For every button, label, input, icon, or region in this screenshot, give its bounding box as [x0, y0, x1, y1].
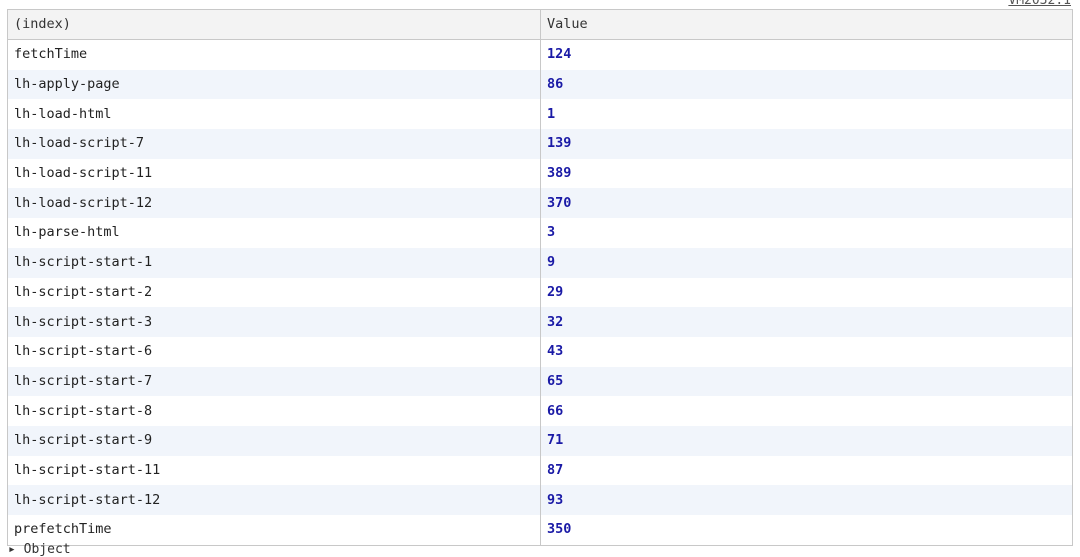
value-cell: 124: [540, 39, 1073, 70]
index-cell: lh-script-start-12: [7, 485, 541, 515]
table-row: lh-load-html 1: [7, 99, 1073, 130]
table-row: lh-load-script-7 139: [7, 129, 1073, 159]
table-row: lh-script-start-11 87: [7, 455, 1073, 486]
value-cell: 1: [540, 99, 1073, 130]
table-header-row: (index) Value: [7, 9, 1073, 40]
table-row: lh-script-start-3 32: [7, 307, 1073, 337]
table-row: lh-script-start-1 9: [7, 247, 1073, 278]
table-row: lh-parse-html 3: [7, 218, 1073, 248]
table-row: lh-script-start-7 65: [7, 366, 1073, 397]
value-cell: 32: [540, 307, 1073, 337]
value-cell: 3: [540, 218, 1073, 248]
index-cell: lh-parse-html: [7, 218, 541, 248]
value-cell: 86: [540, 69, 1073, 100]
value-cell: 370: [540, 188, 1073, 219]
console-table: (index) Value fetchTime 124 lh-apply-page 8…: [7, 9, 1073, 546]
index-cell: lh-script-start-1: [7, 247, 541, 278]
value-cell: 65: [540, 366, 1073, 397]
value-cell: 29: [540, 277, 1073, 308]
index-cell: lh-script-start-8: [7, 396, 541, 426]
index-cell: lh-load-script-12: [7, 188, 541, 219]
value-cell: 139: [540, 129, 1073, 159]
table-row: lh-apply-page 86: [7, 69, 1073, 100]
table-row: lh-load-script-12 370: [7, 188, 1073, 219]
value-cell: 66: [540, 396, 1073, 426]
value-cell: 389: [540, 158, 1073, 189]
source-link[interactable]: VM2032:1: [1008, 0, 1071, 8]
table-row: fetchTime 124: [7, 39, 1073, 70]
index-cell: lh-load-script-7: [7, 129, 541, 159]
index-cell: lh-load-script-11: [7, 158, 541, 189]
index-cell: lh-script-start-7: [7, 366, 541, 397]
index-cell: lh-script-start-3: [7, 307, 541, 337]
index-cell: lh-script-start-11: [7, 455, 541, 486]
table-row: lh-script-start-9 71: [7, 425, 1073, 456]
table-row: lh-script-start-6 43: [7, 336, 1073, 367]
value-cell: 350: [540, 515, 1073, 546]
table-row: prefetchTime 350: [7, 515, 1073, 546]
table-row: lh-script-start-12 93: [7, 485, 1073, 515]
table-body: fetchTime 124 lh-apply-page 86 lh-load-html 1…: [7, 39, 1073, 546]
index-cell: prefetchTime: [7, 515, 541, 546]
table-row: lh-script-start-2 29: [7, 277, 1073, 308]
value-cell: 93: [540, 485, 1073, 515]
value-cell: 43: [540, 336, 1073, 367]
index-cell: lh-load-html: [7, 99, 541, 130]
object-expander[interactable]: ▸ Object: [8, 542, 71, 557]
index-cell: fetchTime: [7, 39, 541, 70]
table-row: lh-load-script-11 389: [7, 158, 1073, 189]
table-row: lh-script-start-8 66: [7, 396, 1073, 426]
index-cell: lh-apply-page: [7, 69, 541, 100]
value-cell: 9: [540, 247, 1073, 278]
index-cell: lh-script-start-2: [7, 277, 541, 308]
column-header-value[interactable]: Value: [540, 9, 1073, 40]
index-cell: lh-script-start-9: [7, 425, 541, 456]
value-cell: 87: [540, 455, 1073, 486]
column-header-index[interactable]: (index): [7, 9, 541, 40]
value-cell: 71: [540, 425, 1073, 456]
index-cell: lh-script-start-6: [7, 336, 541, 367]
